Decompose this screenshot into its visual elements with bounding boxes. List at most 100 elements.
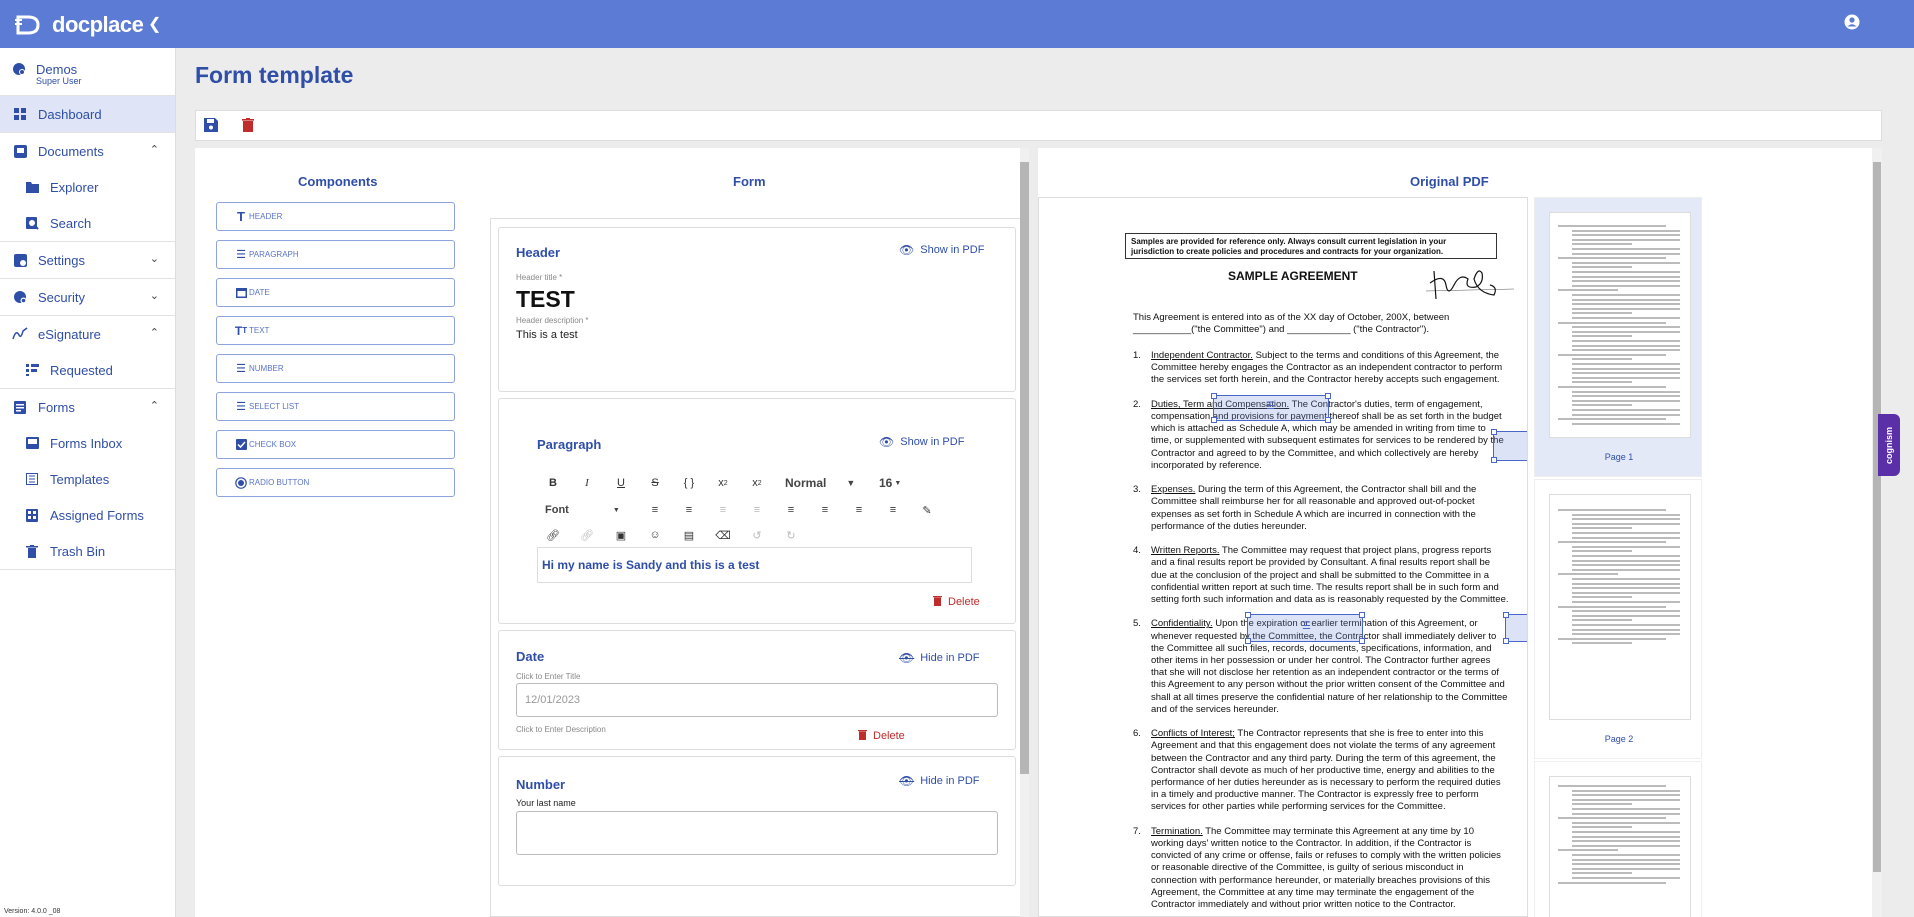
outdent-icon[interactable]: ≡ [713, 500, 733, 520]
scrollbar-thumb[interactable] [1020, 162, 1029, 774]
user-account-icon[interactable] [1844, 14, 1864, 34]
page-title: Form template [195, 62, 354, 88]
pdf-section-line: performance of her duties hereunder as i… [1151, 777, 1501, 788]
undo-icon[interactable]: ↺ [747, 525, 767, 545]
header-description-value[interactable]: This is a test [516, 329, 578, 341]
align-center-icon[interactable]: ≡ [815, 500, 835, 520]
code-button[interactable]: { } [679, 473, 699, 493]
eraser-icon[interactable]: ⌫ [713, 525, 733, 545]
header-title-label: Header title * [516, 273, 563, 282]
date-input[interactable]: 12/01/2023 [516, 683, 998, 717]
sidebar-item-search[interactable]: Search [0, 205, 175, 241]
sidebar-item-settings[interactable]: Settings ⌄ [0, 242, 175, 278]
image-icon[interactable]: ▤ [679, 525, 699, 545]
card-title: Paragraph [537, 437, 602, 452]
align-right-icon[interactable]: ≡ [849, 500, 869, 520]
embed-icon[interactable]: ▣ [611, 525, 631, 545]
component-paragraph-button[interactable]: ☰ PARAGRAPH [216, 240, 455, 269]
sidebar-item-explorer[interactable]: Explorer [0, 169, 175, 205]
form-card-date[interactable]: Date 👁︎ Hide in PDF Click to Enter Title… [498, 630, 1016, 750]
thumbnail-page-2[interactable]: Page 2 [1534, 479, 1702, 759]
thumbnail-text-line [1572, 564, 1680, 567]
thumbnail-text-line [1572, 789, 1680, 792]
component-radio-button[interactable]: RADIO BUTTON [216, 468, 455, 497]
delete-paragraph-button[interactable]: Delete [933, 595, 980, 609]
header-title-value[interactable]: TEST [516, 286, 575, 313]
component-label: DATE [249, 288, 270, 297]
paragraph-editor[interactable]: Hi my name is Sandy and this is a test [537, 547, 972, 583]
delete-template-icon[interactable] [242, 118, 258, 134]
delete-date-button[interactable]: Delete [858, 729, 905, 743]
thumbnail-page-3[interactable] [1534, 761, 1702, 917]
unlink-icon[interactable]: 🔗︎ [577, 525, 597, 545]
font-size-select[interactable]: 16 ▼ [879, 473, 901, 493]
component-label: RADIO BUTTON [249, 478, 310, 487]
link-icon[interactable]: 🔗︎ [543, 525, 563, 545]
sidebar-item-label: Documents [38, 143, 104, 159]
components-heading: Components [298, 174, 378, 189]
sidebar-item-forms[interactable]: Forms ⌃ [0, 389, 175, 425]
emoji-icon[interactable]: ☺ [645, 525, 665, 545]
pdf-field-select-overlay[interactable]: ☰ [1503, 612, 1527, 644]
user-info[interactable]: Demos Super User [0, 48, 175, 96]
form-card-paragraph[interactable]: Paragraph 👁︎ Show in PDF B I U S { } x2 … [498, 398, 1016, 624]
subscript-button[interactable]: x2 [747, 473, 767, 493]
chevron-down-icon: ▼ [846, 478, 856, 488]
sidebar-item-forms-inbox[interactable]: Forms Inbox [0, 425, 175, 461]
component-date-button[interactable]: DATE [216, 278, 455, 307]
align-left-icon[interactable]: ≡ [781, 500, 801, 520]
date-description-placeholder[interactable]: Click to Enter Description [516, 725, 606, 734]
pdf-field-date-overlay[interactable]: ▦ [1491, 429, 1527, 463]
bullet-list-icon[interactable]: ≡ [645, 500, 665, 520]
hide-in-pdf-toggle[interactable]: 👁︎ Hide in PDF [899, 774, 980, 788]
bold-button[interactable]: B [543, 473, 563, 493]
italic-button[interactable]: I [577, 473, 597, 493]
component-number-button[interactable]: ☰ NUMBER [216, 354, 455, 383]
sidebar-item-templates[interactable]: Templates [0, 461, 175, 497]
pdf-field-paragraph-overlay[interactable]: ☰ [1211, 393, 1331, 423]
align-justify-icon[interactable]: ≡ [883, 500, 903, 520]
thumbnail-page-1[interactable]: Page 1 [1534, 197, 1702, 477]
delete-label: Delete [948, 596, 980, 608]
show-in-pdf-toggle[interactable]: 👁︎ Show in PDF [879, 435, 964, 449]
date-title-placeholder[interactable]: Click to Enter Title [516, 672, 580, 681]
component-checkbox-button[interactable]: CHECK BOX [216, 430, 455, 459]
font-family-select[interactable]: Font ▼ [545, 500, 620, 520]
pdf-field-number-overlay[interactable]: ☰ [1245, 612, 1365, 644]
indent-icon[interactable]: ≡ [747, 500, 767, 520]
pdf-section-line: in a timely and productive manner. The C… [1151, 789, 1479, 801]
thumbnail-text-line [1558, 289, 1618, 292]
block-style-select[interactable]: Normal ▼ [785, 473, 855, 493]
pdf-section-number: 2. [1133, 398, 1141, 410]
pdf-scrollbar[interactable] [1872, 148, 1882, 917]
component-text-button[interactable]: TT TEXT [216, 316, 455, 345]
ordered-list-icon[interactable]: ≡ [679, 500, 699, 520]
color-picker-icon[interactable]: ✎ [917, 500, 937, 520]
sidebar-item-trash-bin[interactable]: Trash Bin [0, 533, 175, 569]
sidebar-item-dashboard[interactable]: Dashboard [0, 96, 175, 132]
strikethrough-button[interactable]: S [645, 473, 665, 493]
form-card-header[interactable]: Header 👁︎ Show in PDF Header title * TES… [498, 227, 1016, 392]
sidebar-item-esignature[interactable]: eSignature ⌃ [0, 316, 175, 352]
component-header-button[interactable]: T HEADER [216, 202, 455, 231]
show-in-pdf-toggle[interactable]: 👁︎ Show in PDF [899, 243, 984, 257]
sidebar-item-security[interactable]: Security ⌄ [0, 279, 175, 315]
superscript-button[interactable]: x2 [713, 473, 733, 493]
sidebar-item-assigned-forms[interactable]: Assigned Forms [0, 497, 175, 533]
hide-in-pdf-toggle[interactable]: 👁︎ Hide in PDF [899, 651, 980, 665]
collapse-sidebar-icon[interactable]: ❮ [148, 14, 161, 34]
app-logo[interactable]: docplace [14, 12, 144, 38]
thumbnail-text-line [1572, 610, 1680, 613]
signature-icon [12, 326, 28, 342]
sidebar-item-documents[interactable]: Documents ⌃ [0, 133, 175, 169]
sidebar-item-requested[interactable]: Requested [0, 352, 175, 388]
redo-icon[interactable]: ↻ [781, 525, 801, 545]
form-card-number[interactable]: Number 👁︎ Hide in PDF Your last name [498, 756, 1016, 886]
form-scrollbar[interactable] [1020, 148, 1029, 917]
scrollbar-thumb[interactable] [1873, 162, 1881, 872]
underline-button[interactable]: U [611, 473, 631, 493]
save-icon[interactable] [204, 118, 220, 134]
cognism-widget[interactable]: cognism [1878, 414, 1900, 476]
component-select-list-button[interactable]: ☰ SELECT LIST [216, 392, 455, 421]
number-input[interactable] [516, 811, 998, 855]
